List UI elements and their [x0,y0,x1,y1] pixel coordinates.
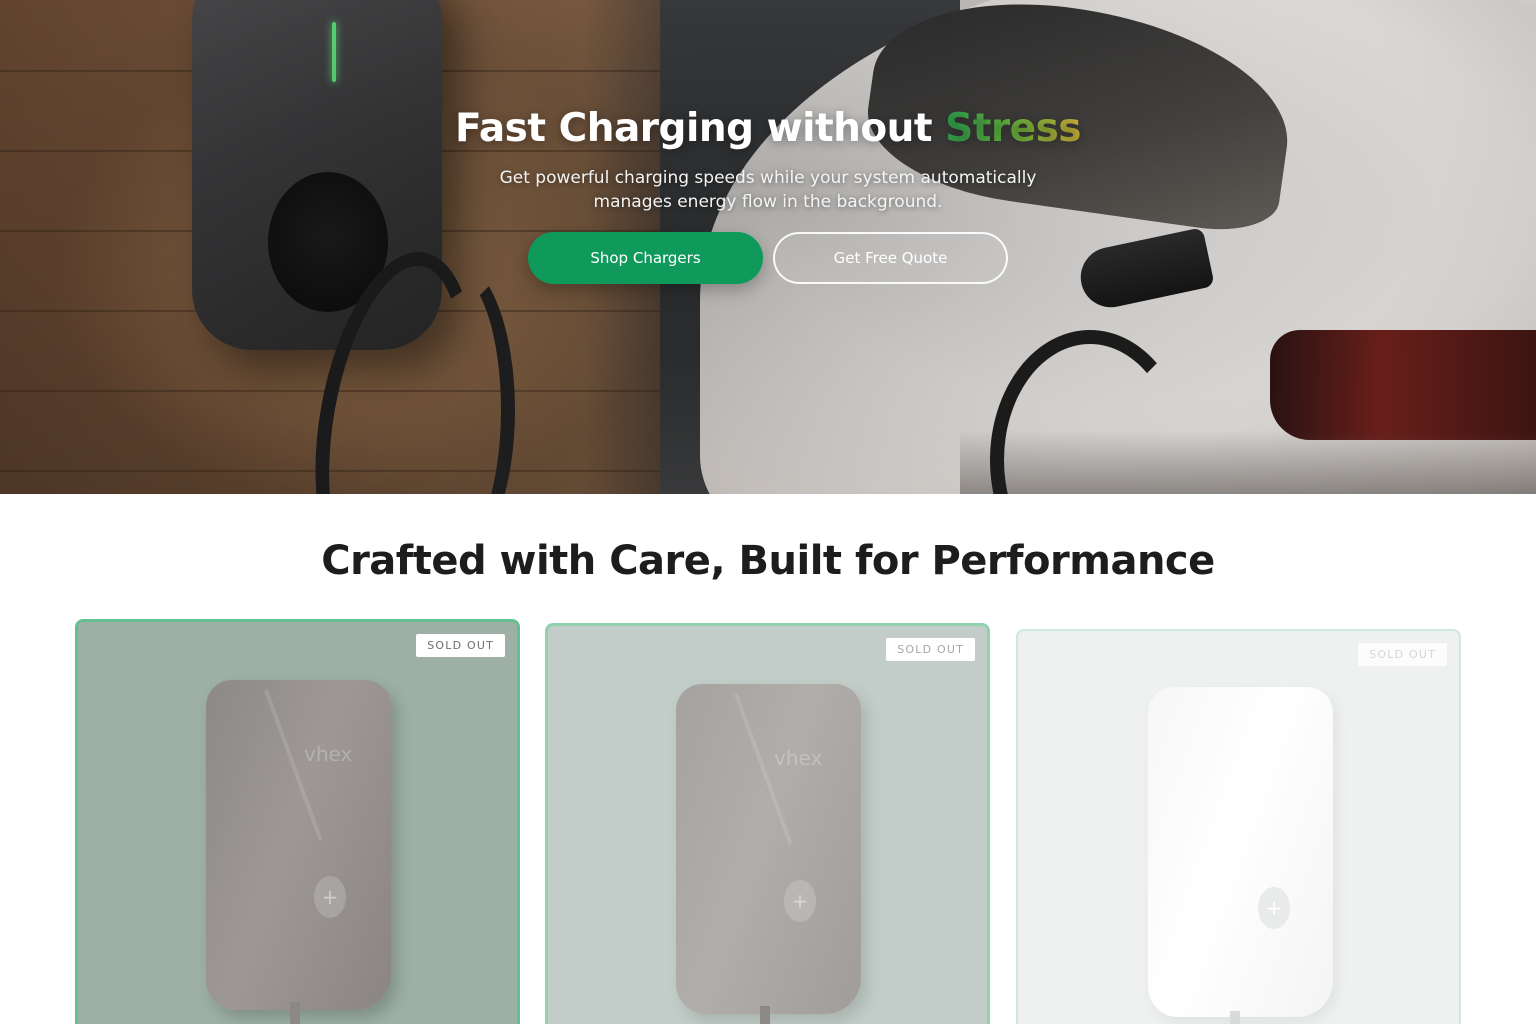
get-free-quote-button[interactable]: Get Free Quote [773,232,1008,284]
hero-banner: Fast Charging without Stress Get powerfu… [0,0,1536,494]
charger-product-image: vhex + [676,684,861,1014]
sold-out-badge: SOLD OUT [1358,643,1447,666]
sold-out-badge: SOLD OUT [416,634,505,657]
charger-cable [1230,1011,1240,1024]
sold-out-badge: SOLD OUT [886,638,975,661]
charger-logo: vhex [304,742,353,766]
charger-logo: vhex [774,746,823,770]
hero-content: Fast Charging without Stress Get powerfu… [0,104,1536,214]
hero-subtitle: Get powerful charging speeds while your … [499,168,1037,212]
hero-cta-group: Shop Chargers Get Free Quote [528,232,1008,286]
hero-title-main: Fast Charging without [454,106,946,151]
hero-title-accent: Stress [945,106,1082,151]
shop-chargers-button[interactable]: Shop Chargers [528,232,763,284]
plus-icon: + [314,876,346,918]
charger-cable [760,1006,770,1024]
section-title: Crafted with Care, Built for Performance [321,538,1215,584]
charger-cable [290,1002,300,1024]
hero-title: Fast Charging without Stress [0,104,1536,154]
charger-product-image: + [1148,687,1333,1017]
product-card[interactable]: SOLD OUT vhex + [75,619,520,1024]
plus-icon: + [784,880,816,922]
plus-icon: + [1258,887,1290,929]
product-card[interactable]: SOLD OUT + [1016,629,1461,1024]
product-card[interactable]: SOLD OUT vhex + [545,623,990,1024]
charger-product-image: vhex + [206,680,391,1010]
